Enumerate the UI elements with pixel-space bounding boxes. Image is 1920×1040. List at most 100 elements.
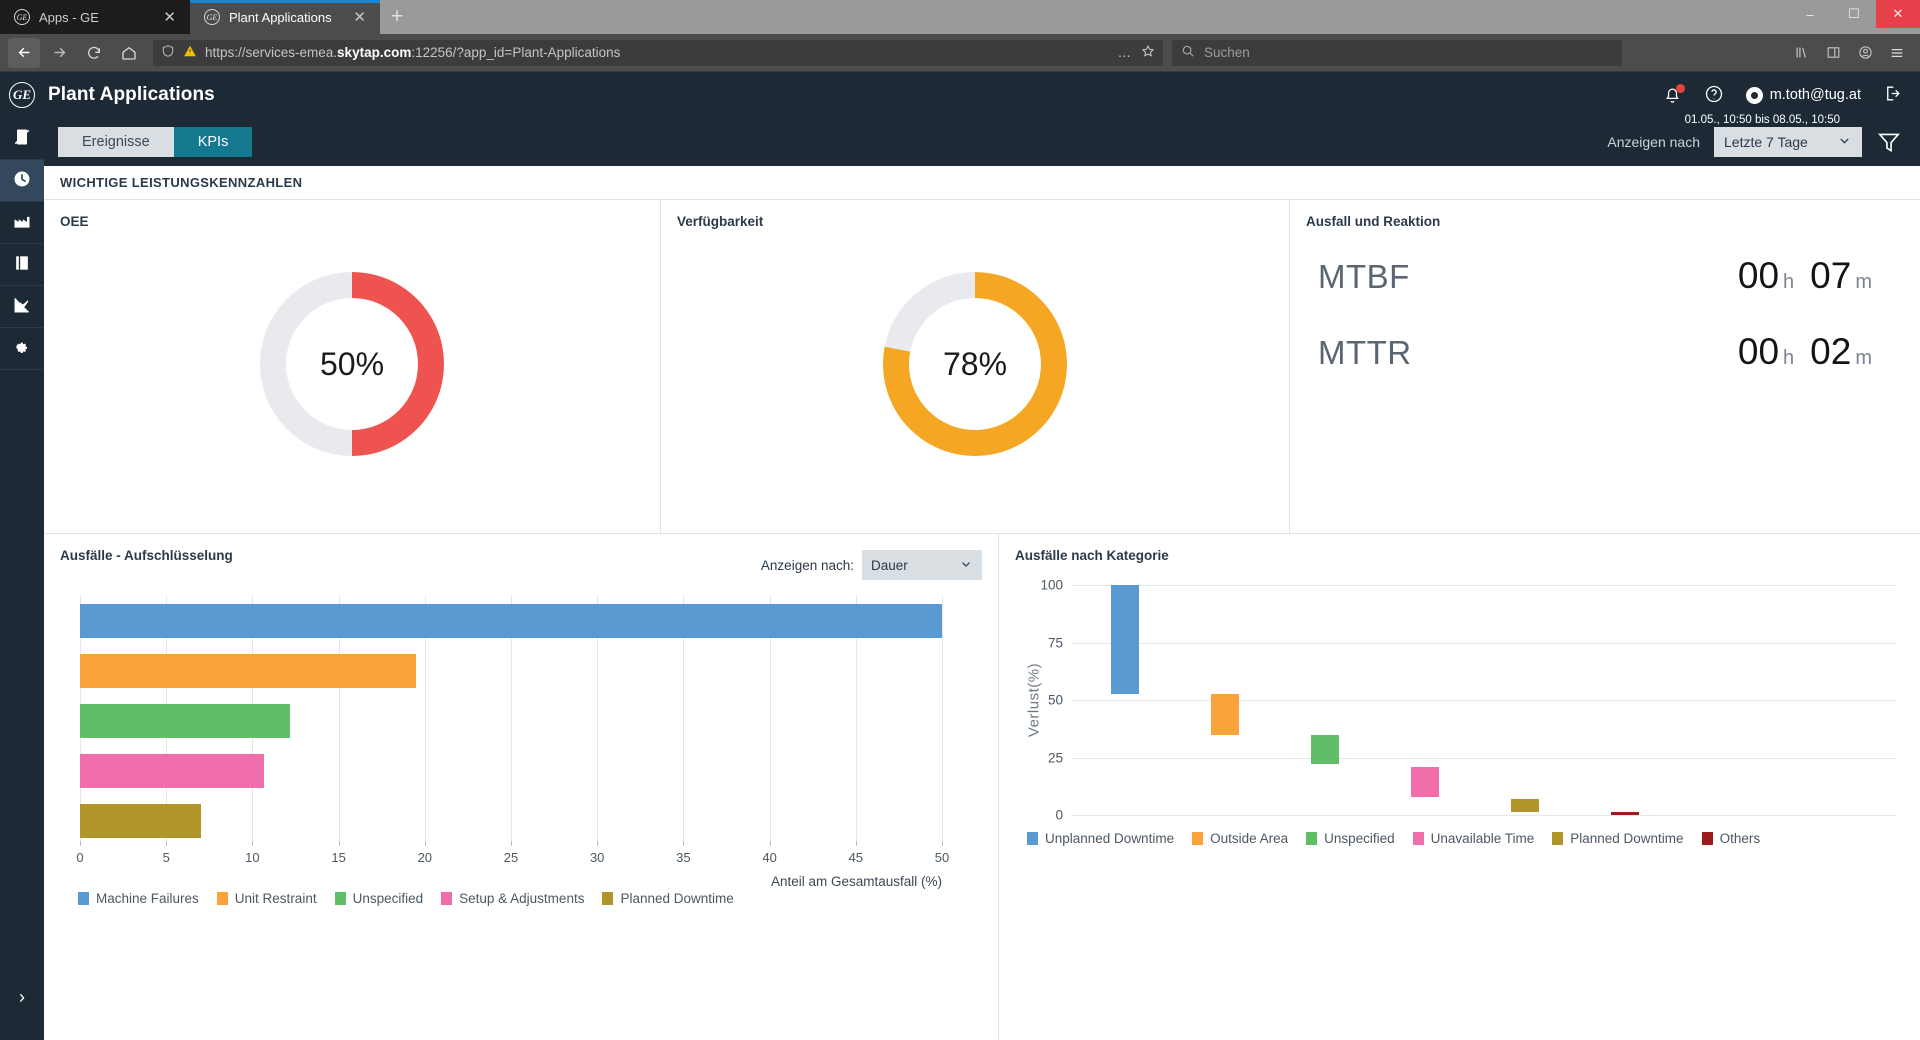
oee-value: 50% bbox=[319, 345, 385, 382]
x-axis-tickmark bbox=[597, 841, 599, 846]
gridline bbox=[1071, 700, 1896, 701]
legend-item[interactable]: Unit Restraint bbox=[216, 891, 317, 906]
bar-unspecified[interactable] bbox=[80, 704, 291, 738]
search-placeholder: Suchen bbox=[1204, 45, 1250, 60]
category-chart-card: Ausfälle nach Kategorie Verlust(%) 0 25 50… bbox=[999, 534, 1920, 1040]
legend-item[interactable]: Machine Failures bbox=[78, 891, 199, 906]
sidebar-item-time[interactable] bbox=[0, 160, 44, 202]
breakdown-legend: Machine Failures Unit Restraint Unspecifie… bbox=[78, 891, 982, 906]
legend-swatch bbox=[1306, 832, 1318, 845]
browser-tab-apps-ge[interactable]: GE Apps - GE ✕ bbox=[0, 0, 190, 34]
forward-arrow-icon[interactable] bbox=[43, 38, 75, 68]
sidebar-icon[interactable] bbox=[1818, 38, 1848, 68]
view-tabs: Ereignisse KPIs bbox=[58, 127, 253, 157]
legend-item[interactable]: Unplanned Downtime bbox=[1027, 831, 1174, 846]
legend-swatch bbox=[1701, 832, 1713, 845]
bar-row[interactable] bbox=[80, 604, 942, 638]
legend-item[interactable]: Setup & Adjustments bbox=[441, 891, 584, 906]
kpi-card-downtime: Ausfall und Reaktion MTBF 00 h 07 m MTTR 00 h 02… bbox=[1289, 200, 1920, 533]
sidebar-item-analysis[interactable] bbox=[0, 286, 44, 328]
gridline bbox=[1071, 642, 1896, 644]
bar-row[interactable] bbox=[80, 804, 942, 838]
maximize-button[interactable]: ☐ bbox=[1832, 0, 1876, 28]
clipboard-pen-icon bbox=[12, 127, 32, 150]
bar-machine-failures[interactable] bbox=[80, 604, 942, 638]
legend-item[interactable]: Unspecified bbox=[334, 891, 423, 906]
tab-title: Plant Applications bbox=[229, 9, 332, 25]
logout-button[interactable] bbox=[1883, 84, 1902, 106]
x-axis-tick: 40 bbox=[762, 850, 777, 865]
user-account[interactable]: m.toth@tug.at bbox=[1745, 86, 1861, 104]
gear-icon bbox=[12, 337, 32, 360]
close-icon[interactable]: ✕ bbox=[161, 10, 178, 25]
factory-icon bbox=[12, 211, 32, 234]
downtime-metric-rows: MTBF 00 h 07 m MTTR 00 h 02 m bbox=[1306, 229, 1904, 407]
legend-item[interactable]: Unspecified bbox=[1306, 831, 1395, 846]
waterfall-bar-unplanned-downtime[interactable] bbox=[1111, 585, 1139, 695]
close-window-button[interactable]: ✕ bbox=[1876, 0, 1920, 28]
new-tab-button[interactable]: + bbox=[380, 0, 414, 34]
breakdown-dropdown-group: Anzeigen nach: Dauer bbox=[761, 550, 982, 580]
waterfall-bar-unavailable-time[interactable] bbox=[1411, 766, 1439, 797]
legend-item[interactable]: Others bbox=[1701, 831, 1761, 846]
x-axis-tickmark bbox=[424, 841, 426, 846]
sidebar-item-plant[interactable] bbox=[0, 202, 44, 244]
bar-row[interactable] bbox=[80, 654, 942, 688]
filter-button[interactable] bbox=[1876, 129, 1902, 155]
back-arrow-icon[interactable] bbox=[8, 37, 40, 68]
bar-row[interactable] bbox=[80, 754, 942, 788]
star-icon[interactable] bbox=[1141, 44, 1155, 61]
x-axis-tick: 15 bbox=[331, 850, 346, 865]
bar-setup-adjustments[interactable] bbox=[80, 754, 265, 788]
y-axis-tick: 25 bbox=[1047, 750, 1063, 765]
time-range-caption: 01.05., 10:50 bis 08.05., 10:50 bbox=[1684, 114, 1840, 126]
legend-label: Outside Area bbox=[1210, 831, 1289, 846]
legend-item[interactable]: Planned Downtime bbox=[1552, 831, 1684, 846]
bar-row[interactable] bbox=[80, 704, 942, 738]
close-icon[interactable]: ✕ bbox=[351, 10, 368, 25]
breakdown-x-axis-title: Anteil am Gesamtausfall (%) bbox=[770, 874, 942, 889]
kpi-card-oee: OEE 50% bbox=[44, 200, 660, 533]
tab-ereignisse[interactable]: Ereignisse bbox=[58, 127, 174, 157]
sidebar-item-reports[interactable] bbox=[0, 244, 44, 286]
sidebar-item-settings[interactable] bbox=[0, 328, 44, 370]
notifications-button[interactable] bbox=[1663, 83, 1685, 105]
legend-item[interactable]: Planned Downtime bbox=[602, 891, 734, 906]
browser-tab-plant-applications[interactable]: GE Plant Applications ✕ bbox=[190, 0, 380, 34]
legend-label: Others bbox=[1719, 831, 1761, 846]
reload-icon[interactable] bbox=[78, 38, 110, 68]
ge-logo-icon: GE bbox=[9, 82, 35, 108]
library-icon[interactable] bbox=[1786, 38, 1816, 68]
minimize-button[interactable]: – bbox=[1788, 0, 1832, 28]
url-bar[interactable]: https://services-emea.skytap.com:12256/?… bbox=[153, 39, 1163, 66]
downtime-row-mttr: MTTR 00 h 02 m bbox=[1318, 331, 1872, 407]
waterfall-bar-outside-area[interactable] bbox=[1211, 694, 1239, 735]
sidebar-expand-button[interactable]: › bbox=[0, 980, 44, 1014]
legend-label: Planned Downtime bbox=[620, 891, 734, 906]
legend-item[interactable]: Outside Area bbox=[1192, 831, 1288, 846]
help-button[interactable] bbox=[1704, 84, 1724, 107]
account-icon[interactable] bbox=[1850, 38, 1880, 68]
home-icon[interactable] bbox=[113, 38, 145, 68]
menu-icon[interactable] bbox=[1882, 38, 1912, 68]
availability-value: 78% bbox=[942, 345, 1008, 382]
x-axis-tick: 0 bbox=[76, 850, 84, 865]
search-input[interactable]: Suchen bbox=[1172, 39, 1622, 66]
ellipsis-icon[interactable]: … bbox=[1118, 45, 1134, 60]
book-icon bbox=[12, 253, 32, 276]
category-legend: Unplanned Downtime Outside Area Unspecifie… bbox=[1027, 831, 1904, 846]
bar-unit-restraint[interactable] bbox=[80, 654, 417, 688]
breakdown-dropdown[interactable]: Dauer bbox=[862, 550, 982, 580]
kpi-title-oee: OEE bbox=[60, 214, 89, 229]
waterfall-bar-planned-downtime[interactable] bbox=[1511, 798, 1539, 812]
bar-planned-downtime[interactable] bbox=[80, 804, 201, 838]
time-range-select[interactable]: Letzte 7 Tage bbox=[1714, 127, 1862, 157]
waterfall-bar-unspecified[interactable] bbox=[1311, 734, 1339, 765]
sidebar-item-clipboard[interactable] bbox=[0, 118, 44, 160]
tab-kpis[interactable]: KPIs bbox=[173, 127, 253, 157]
legend-item[interactable]: Unavailable Time bbox=[1412, 831, 1534, 846]
legend-swatch bbox=[441, 892, 453, 905]
waterfall-bar-others[interactable] bbox=[1611, 811, 1639, 815]
logout-icon bbox=[1887, 86, 1900, 101]
x-axis-tick: 5 bbox=[162, 850, 170, 865]
